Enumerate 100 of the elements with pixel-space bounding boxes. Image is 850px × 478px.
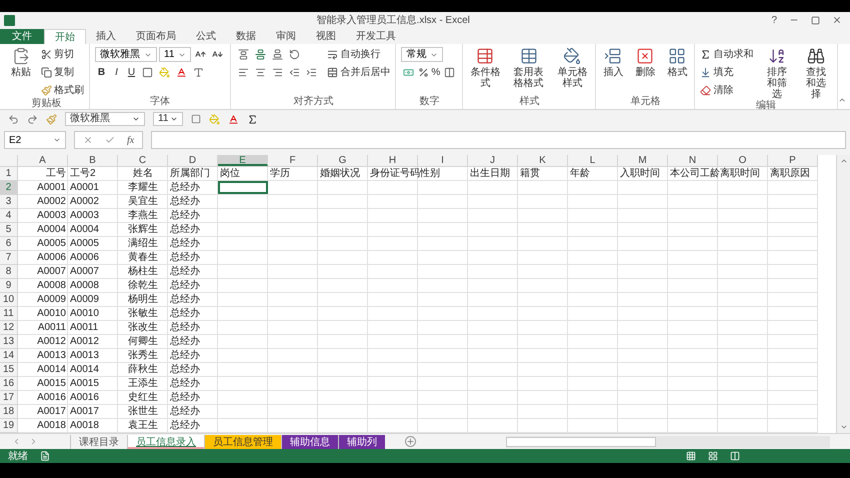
- column-header[interactable]: E: [218, 155, 268, 166]
- sheet-tab[interactable]: 辅助列: [338, 434, 385, 448]
- bottom-button[interactable]: [270, 47, 286, 62]
- row-header[interactable]: 2: [0, 181, 18, 195]
- row-header[interactable]: 9: [0, 279, 18, 293]
- row-header[interactable]: 19: [0, 419, 18, 433]
- ribbon-tab[interactable]: 页面布局: [126, 29, 186, 44]
- row-header[interactable]: 4: [0, 209, 18, 223]
- row-header[interactable]: 6: [0, 237, 18, 251]
- column-header[interactable]: K: [518, 155, 568, 166]
- wrap-button[interactable]: 自动换行: [327, 47, 380, 62]
- table-cell-text: 籍贯: [519, 167, 541, 180]
- add-sheet-icon[interactable]: [405, 436, 416, 447]
- undo-icon[interactable]: [8, 114, 19, 124]
- ribbon-tab[interactable]: 公式: [186, 29, 226, 44]
- column-header[interactable]: O: [718, 155, 768, 166]
- border-icon[interactable]: [191, 114, 201, 124]
- page-layout-icon[interactable]: [708, 451, 718, 461]
- top-button[interactable]: [236, 47, 252, 62]
- middle-button[interactable]: [253, 47, 268, 62]
- formula-field[interactable]: [151, 131, 846, 149]
- column-header[interactable]: B: [68, 155, 118, 166]
- sum-button[interactable]: 自动求和: [700, 47, 754, 62]
- horizontal-scrollbar[interactable]: [506, 436, 830, 448]
- name-box[interactable]: E2: [4, 131, 66, 149]
- row-header[interactable]: 15: [0, 363, 18, 377]
- row-header[interactable]: 18: [0, 405, 18, 419]
- percent-button[interactable]: %: [418, 65, 440, 80]
- row-header[interactable]: 7: [0, 251, 18, 265]
- cut-button[interactable]: 剪切: [41, 47, 74, 62]
- scroll-up-icon[interactable]: [840, 157, 848, 165]
- row-header[interactable]: 5: [0, 223, 18, 237]
- column-header[interactable]: H: [368, 155, 418, 166]
- column-header[interactable]: P: [768, 155, 818, 166]
- close-icon[interactable]: [832, 15, 842, 25]
- ribbon-tab[interactable]: 开发工具: [346, 29, 406, 44]
- bold-button[interactable]: B: [95, 65, 108, 80]
- column-header[interactable]: M: [618, 155, 668, 166]
- sort-button[interactable]: 排序和筛选: [761, 47, 792, 100]
- column-header[interactable]: N: [668, 155, 718, 166]
- paste-button[interactable]: 粘贴: [9, 47, 33, 78]
- sheet-tab[interactable]: 员工信息录入: [127, 434, 204, 448]
- ribbon-tab[interactable]: 插入: [86, 29, 126, 44]
- cancel-icon[interactable]: [83, 135, 93, 145]
- row-header[interactable]: 14: [0, 349, 18, 363]
- row-header[interactable]: 8: [0, 265, 18, 279]
- dropdown-field[interactable]: 微软雅黑: [95, 47, 157, 62]
- underline-button[interactable]: U: [125, 65, 138, 80]
- column-header[interactable]: F: [268, 155, 318, 166]
- normal-view-icon[interactable]: [686, 451, 696, 461]
- sheet-tab[interactable]: 辅助信息: [281, 434, 338, 448]
- format-button[interactable]: 格式: [665, 47, 690, 78]
- row-header[interactable]: 13: [0, 335, 18, 349]
- border-button[interactable]: [140, 65, 155, 80]
- column-header[interactable]: I: [418, 155, 468, 166]
- sheet-tab[interactable]: 员工信息管理: [204, 434, 281, 448]
- row-header[interactable]: 11: [0, 307, 18, 321]
- row-header[interactable]: 3: [0, 195, 18, 209]
- column-header[interactable]: C: [118, 155, 168, 166]
- clear-button[interactable]: 清除: [700, 83, 734, 98]
- redo-icon[interactable]: [27, 114, 38, 124]
- ribbon-tab[interactable]: 开始: [44, 29, 86, 44]
- row-header[interactable]: 17: [0, 391, 18, 405]
- row-header[interactable]: 1: [0, 167, 18, 181]
- column-header[interactable]: A: [18, 155, 68, 166]
- filldown-button[interactable]: 填充: [700, 65, 734, 80]
- find-button[interactable]: 查找和选择: [800, 47, 832, 100]
- enter-icon[interactable]: [105, 135, 115, 145]
- file-tab[interactable]: 文件: [0, 29, 44, 44]
- merge-button[interactable]: 合并后居中: [327, 65, 390, 80]
- sum-icon[interactable]: [247, 114, 258, 124]
- font-field[interactable]: 微软雅黑: [65, 112, 145, 126]
- row-header[interactable]: 12: [0, 321, 18, 335]
- row-header[interactable]: 10: [0, 293, 18, 307]
- column-header[interactable]: J: [468, 155, 518, 166]
- maximize-icon[interactable]: [811, 16, 820, 24]
- painter-button[interactable]: 格式刷: [41, 83, 84, 98]
- copy-button[interactable]: 复制: [41, 65, 74, 80]
- column-header[interactable]: G: [318, 155, 368, 166]
- conditional-button[interactable]: 条件格式: [468, 47, 503, 89]
- function-button[interactable]: fx: [127, 132, 134, 148]
- help-button[interactable]: ?: [771, 12, 777, 28]
- vertical-scrollbar[interactable]: [836, 155, 850, 433]
- insert-button[interactable]: 插入: [601, 47, 626, 78]
- font-color-icon[interactable]: [228, 114, 239, 124]
- row-header[interactable]: 16: [0, 377, 18, 391]
- macro-icon[interactable]: [40, 451, 50, 461]
- page-break-icon[interactable]: [730, 451, 740, 461]
- dropdown-field[interactable]: 11: [159, 47, 192, 62]
- italic-button[interactable]: I: [110, 65, 123, 80]
- delete-button[interactable]: 删除: [633, 47, 658, 78]
- column-header[interactable]: L: [568, 155, 618, 166]
- ribbon-tab[interactable]: 数据: [226, 29, 266, 44]
- font-size-field[interactable]: 11: [153, 112, 183, 126]
- dropdown-field[interactable]: 常规: [401, 47, 444, 62]
- ribbon-tab[interactable]: 视图: [306, 29, 346, 44]
- scroll-down-icon[interactable]: [840, 423, 848, 431]
- cellstyle-button[interactable]: 单元格样式: [554, 47, 590, 89]
- table-button[interactable]: 套用表格格式: [510, 47, 546, 89]
- ribbon-tab[interactable]: 审阅: [266, 29, 306, 44]
